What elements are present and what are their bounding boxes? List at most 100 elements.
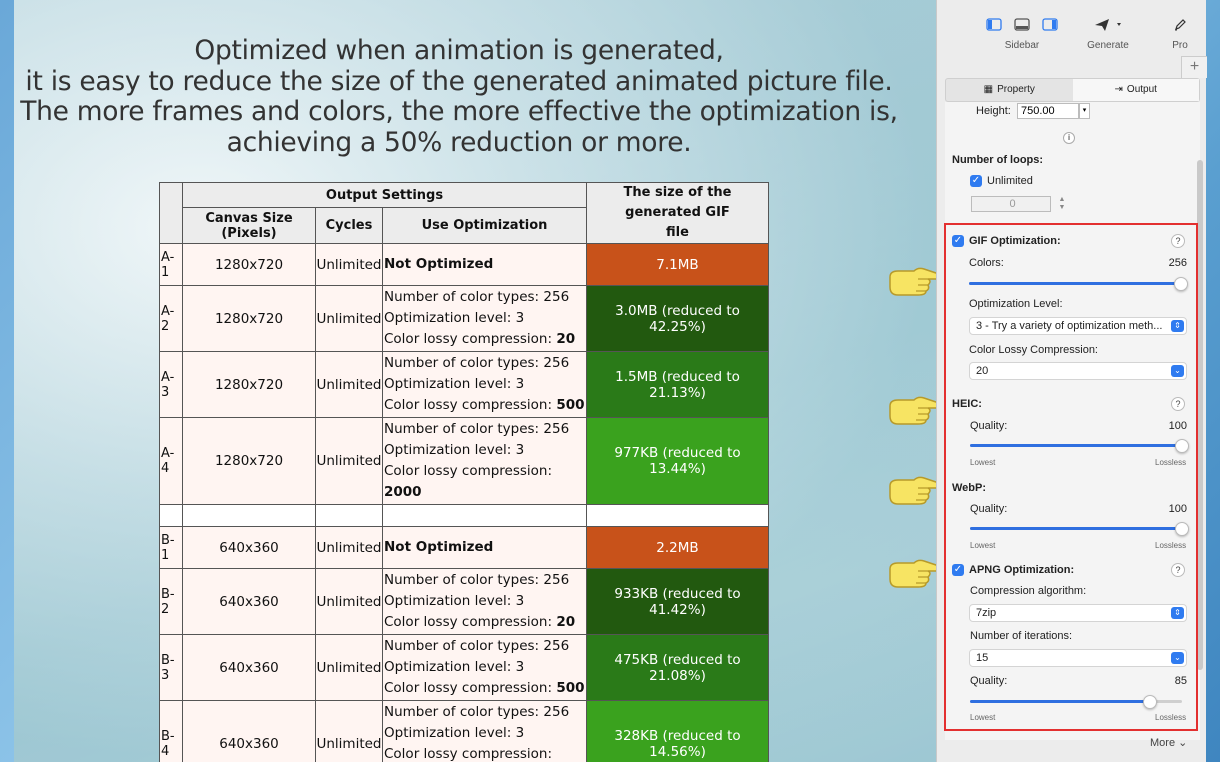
row-id: B-1 bbox=[159, 526, 183, 569]
table-row: A-2 1280x720 Unlimited Number of color type… bbox=[159, 285, 769, 352]
apng-help-icon[interactable]: ? bbox=[1171, 563, 1185, 577]
optimization-cell: Not Optimized bbox=[382, 243, 587, 286]
webp-slider-fill bbox=[970, 527, 1182, 530]
canvas-size-cell: 1280x720 bbox=[182, 285, 316, 352]
use-optimization-header: Use Optimization bbox=[382, 207, 587, 244]
colors-value: 256 bbox=[1168, 257, 1187, 269]
unlimited-label: Unlimited bbox=[987, 175, 1033, 187]
optimization-line: Optimization level: 3 bbox=[384, 593, 525, 609]
iterations-value: 15 bbox=[976, 652, 989, 664]
sidebar-toggle[interactable]: Sidebar bbox=[977, 18, 1067, 51]
height-input[interactable]: 750.00 bbox=[1017, 103, 1079, 119]
row-id: A-3 bbox=[159, 351, 183, 418]
lossy-label-text: Color lossy compression: bbox=[384, 331, 557, 347]
webp-slider-knob[interactable] bbox=[1175, 522, 1189, 536]
output-settings: Height: 750.00 ▾ i Number of loops: ✓ Un… bbox=[945, 102, 1200, 740]
pointing-hand-icon bbox=[889, 476, 940, 505]
headline-line-4: achieving a 50% reduction or more. bbox=[226, 126, 692, 158]
optimization-level-select[interactable]: 3 - Try a variety of optimization meth..… bbox=[969, 317, 1187, 335]
apng-quality-value: 85 bbox=[1174, 675, 1187, 687]
canvas-size-cell: 1280x720 bbox=[182, 351, 316, 418]
tab-property-label: Property bbox=[997, 84, 1035, 95]
colors-slider-fill bbox=[969, 282, 1181, 285]
row-id: B-4 bbox=[159, 700, 183, 762]
gif-size-cell: 7.1MB bbox=[586, 243, 769, 286]
optimization-line: Color lossy compression: 2000 bbox=[384, 461, 586, 503]
empty-cell bbox=[182, 504, 316, 527]
apng-optimization-checkbox[interactable]: ✓ bbox=[952, 564, 964, 576]
optimization-cell: Number of color types: 256 Optimization l… bbox=[382, 417, 587, 505]
iterations-select[interactable]: 15 ⌄ bbox=[969, 649, 1187, 667]
optimization-line: Optimization level: 3 bbox=[384, 376, 525, 392]
lossy-label-text: Color lossy compression: bbox=[384, 746, 553, 762]
optimization-line: Color lossy compression: 2000 bbox=[384, 744, 586, 762]
apng-slider-fill bbox=[970, 700, 1150, 703]
info-icon[interactable]: i bbox=[1063, 132, 1075, 144]
generate-button[interactable]: Generate bbox=[1083, 18, 1133, 51]
gif-size-header-line-2: file bbox=[666, 225, 689, 240]
table-corner bbox=[159, 182, 183, 244]
chevron-down-icon: ⌄ bbox=[1171, 365, 1184, 377]
height-label: Height: bbox=[976, 105, 1011, 117]
not-optimized-text: Not Optimized bbox=[384, 256, 494, 272]
heic-quality-label: Quality: bbox=[970, 420, 1008, 432]
cycles-cell: Unlimited bbox=[315, 417, 383, 505]
apng-slider-knob[interactable] bbox=[1143, 695, 1157, 709]
canvas-size-cell: 1280x720 bbox=[182, 417, 316, 505]
gif-optimization-checkbox[interactable]: ✓ bbox=[952, 235, 964, 247]
heic-slider-knob[interactable] bbox=[1175, 439, 1189, 453]
optimization-cell: Number of color types: 256 Optimization l… bbox=[382, 634, 587, 701]
canvas-size-cell: 640x360 bbox=[182, 526, 316, 569]
webp-quality-label: Quality: bbox=[970, 503, 1008, 515]
apng-lossless-label: Lossless bbox=[1155, 713, 1187, 722]
unlimited-checkbox[interactable]: ✓ bbox=[970, 175, 982, 187]
heic-lowest-label: Lowest bbox=[970, 458, 996, 467]
more-button[interactable]: More ⌄ bbox=[1150, 736, 1187, 749]
lossy-label-text: Color lossy compression: bbox=[384, 680, 557, 696]
sidebar-layout-icon bbox=[977, 18, 1067, 34]
optimization-cell: Number of color types: 256 Optimization l… bbox=[382, 568, 587, 635]
gif-help-icon[interactable]: ? bbox=[1171, 234, 1185, 248]
scrollbar[interactable] bbox=[1197, 160, 1203, 670]
heic-quality-value: 100 bbox=[1168, 420, 1187, 432]
compression-algorithm-select[interactable]: 7zip ⇕ bbox=[969, 604, 1187, 622]
lossy-select[interactable]: 20 ⌄ bbox=[969, 362, 1187, 380]
table-row: B-1 640x360 Unlimited Not Optimized 2.2MB bbox=[159, 526, 769, 569]
updown-arrows-icon: ⇕ bbox=[1171, 607, 1184, 619]
height-stepper[interactable]: ▾ bbox=[1079, 103, 1090, 119]
inspector-panel: Sidebar Generate Pro + ▦ Property ⇥ Output… bbox=[936, 0, 1207, 762]
lossy-value-text: 500 bbox=[556, 680, 585, 696]
table-row: A-4 1280x720 Unlimited Number of color type… bbox=[159, 417, 769, 505]
tab-property[interactable]: ▦ Property bbox=[946, 79, 1073, 101]
pointing-hand-icon bbox=[889, 396, 940, 425]
heic-help-icon[interactable]: ? bbox=[1171, 397, 1185, 411]
pro-label: Pro bbox=[1172, 40, 1188, 51]
headline: Optimized when animation is generated, i… bbox=[14, 35, 904, 158]
compression-algorithm-value: 7zip bbox=[976, 607, 997, 619]
webp-lossless-label: Lossless bbox=[1155, 541, 1187, 550]
add-button[interactable]: + bbox=[1181, 56, 1207, 78]
heic-slider-fill bbox=[970, 444, 1182, 447]
optimization-line: Number of color types: 256 bbox=[384, 289, 570, 305]
cycles-cell: Unlimited bbox=[315, 634, 383, 701]
optimization-level-label: Optimization Level: bbox=[969, 298, 1063, 310]
webp-lowest-label: Lowest bbox=[970, 541, 996, 550]
lossy-value-text: 500 bbox=[556, 397, 585, 413]
lossy-value-text: 20 bbox=[556, 614, 576, 630]
tab-output[interactable]: ⇥ Output bbox=[1072, 79, 1199, 101]
lossy-label-text: Color lossy compression: bbox=[384, 397, 557, 413]
pro-button[interactable]: Pro bbox=[1165, 18, 1195, 51]
cycles-cell: Unlimited bbox=[315, 700, 383, 762]
lossy-label: Color Lossy Compression: bbox=[969, 344, 1098, 356]
row-id: A-2 bbox=[159, 285, 183, 352]
apng-lowest-label: Lowest bbox=[970, 713, 996, 722]
headline-line-2: it is easy to reduce the size of the gen… bbox=[25, 65, 893, 97]
apng-optimization-label: APNG Optimization: bbox=[969, 564, 1075, 576]
iterations-label: Number of iterations: bbox=[970, 630, 1073, 642]
compression-algorithm-label: Compression algorithm: bbox=[970, 585, 1087, 597]
loops-stepper[interactable]: ▲ ▼ bbox=[1057, 196, 1067, 212]
loops-input[interactable]: 0 bbox=[971, 196, 1051, 212]
heic-lossless-label: Lossless bbox=[1155, 458, 1187, 467]
colors-slider-knob[interactable] bbox=[1174, 277, 1188, 291]
heic-label: HEIC: bbox=[952, 398, 982, 410]
